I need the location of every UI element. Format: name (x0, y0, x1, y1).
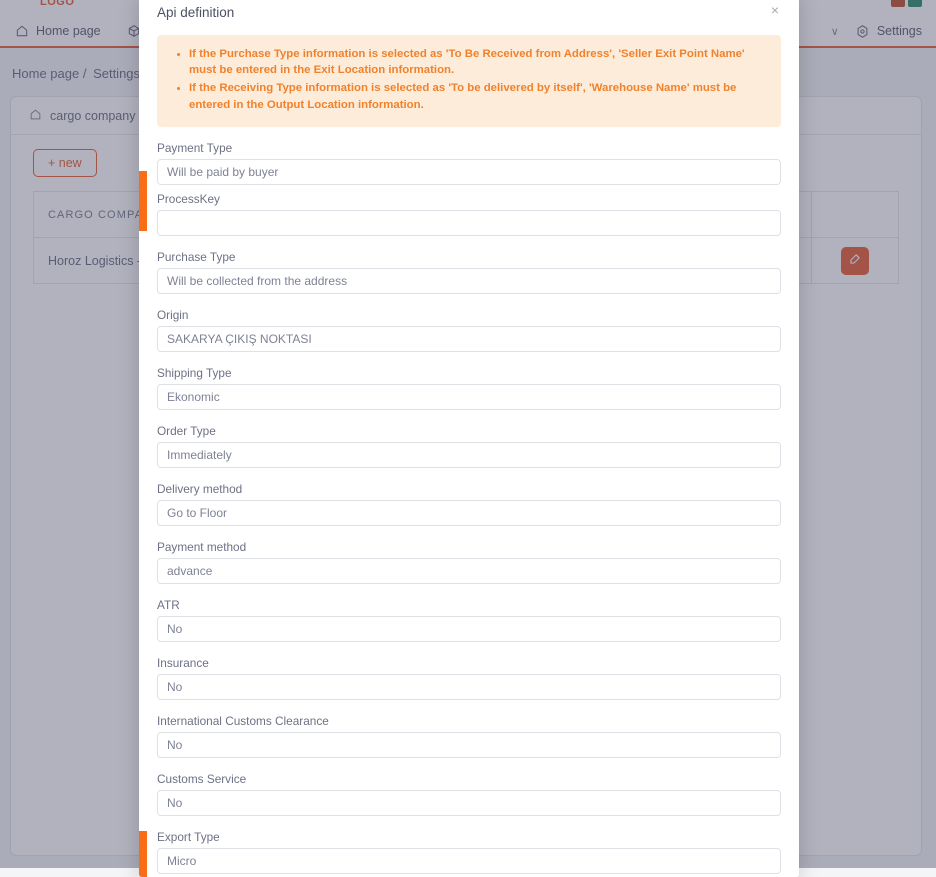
input-insurance[interactable] (157, 674, 781, 700)
input-payment-type[interactable] (157, 159, 781, 185)
label-payment-type: Payment Type (157, 141, 781, 155)
label-international-customs-clearance: International Customs Clearance (157, 714, 781, 728)
field-order-type: Order Type (157, 424, 781, 468)
input-delivery-method[interactable] (157, 500, 781, 526)
field-payment-type: Payment Type (157, 141, 781, 185)
label-origin: Origin (157, 308, 781, 322)
field-delivery-method: Delivery method (157, 482, 781, 526)
input-purchase-type[interactable] (157, 268, 781, 294)
label-atr: ATR (157, 598, 781, 612)
warning-list-item: If the Purchase Type information is sele… (189, 46, 767, 78)
label-export-type: Export Type (157, 830, 781, 844)
input-atr[interactable] (157, 616, 781, 642)
close-icon[interactable]: × (767, 1, 783, 19)
field-atr: ATR (157, 598, 781, 642)
warning-list-item: If the Receiving Type information is sel… (189, 80, 767, 112)
input-origin[interactable] (157, 326, 781, 352)
field-origin: Origin (157, 308, 781, 352)
input-processkey[interactable] (157, 210, 781, 236)
input-customs-service[interactable] (157, 790, 781, 816)
field-customs-service: Customs Service (157, 772, 781, 816)
modal-title: Api definition (157, 5, 781, 20)
field-export-type: Export Type (157, 830, 781, 874)
input-order-type[interactable] (157, 442, 781, 468)
warning-list: If the Purchase Type information is sele… (171, 46, 767, 113)
label-order-type: Order Type (157, 424, 781, 438)
modal-scrollbar-thumb[interactable] (139, 171, 147, 231)
label-insurance: Insurance (157, 656, 781, 670)
label-shipping-type: Shipping Type (157, 366, 781, 380)
input-payment-method[interactable] (157, 558, 781, 584)
label-customs-service: Customs Service (157, 772, 781, 786)
field-shipping-type: Shipping Type (157, 366, 781, 410)
input-export-type[interactable] (157, 848, 781, 874)
field-international-customs-clearance: International Customs Clearance (157, 714, 781, 758)
label-processkey: ProcessKey (157, 192, 781, 206)
input-international-customs-clearance[interactable] (157, 732, 781, 758)
field-processkey: ProcessKey (157, 192, 781, 236)
api-definition-form: Payment Type ProcessKey Purchase Type Or… (139, 127, 799, 877)
modal-header: Api definition × (139, 0, 799, 35)
modal-scrollbar-thumb-lower[interactable] (139, 831, 147, 877)
field-insurance: Insurance (157, 656, 781, 700)
warning-alert: If the Purchase Type information is sele… (157, 35, 781, 127)
label-purchase-type: Purchase Type (157, 250, 781, 264)
input-shipping-type[interactable] (157, 384, 781, 410)
api-definition-modal: Api definition × If the Purchase Type in… (139, 0, 799, 877)
label-payment-method: Payment method (157, 540, 781, 554)
label-delivery-method: Delivery method (157, 482, 781, 496)
field-payment-method: Payment method (157, 540, 781, 584)
field-purchase-type: Purchase Type (157, 250, 781, 294)
